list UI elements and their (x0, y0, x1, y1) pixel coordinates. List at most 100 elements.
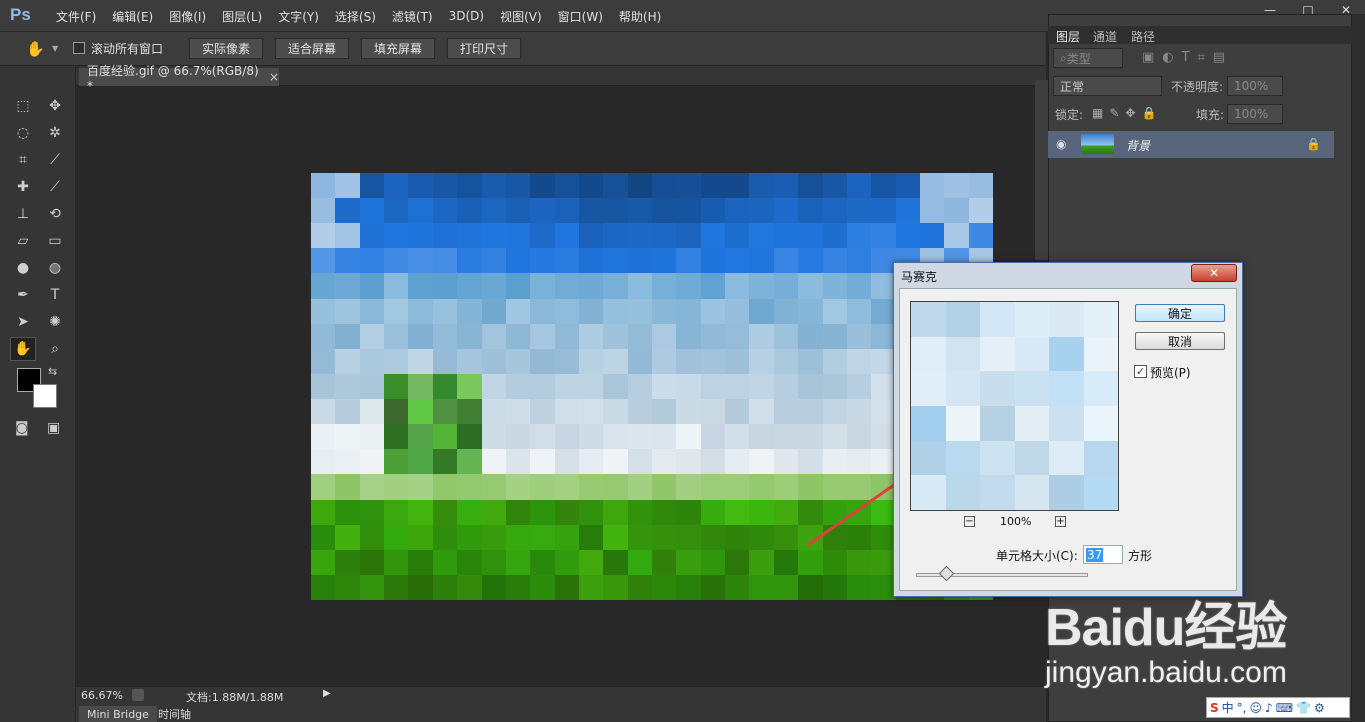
keyboard-icon[interactable]: ⌨ (1276, 701, 1293, 715)
marquee-tool-icon[interactable]: ⬚ (10, 94, 36, 118)
hand-tool-icon[interactable]: ✋ (10, 337, 36, 361)
lasso-tool-icon[interactable]: ◌ (10, 121, 36, 145)
mosaic-cell (311, 499, 336, 525)
layer-filter-select[interactable]: ⌕ 类型 (1053, 48, 1123, 68)
fill-screen-button[interactable]: 填充屏幕 (361, 38, 436, 59)
mosaic-cell (822, 574, 847, 600)
ok-button[interactable]: 确定 (1135, 304, 1225, 322)
mosaic-cell (384, 323, 409, 349)
mosaic-cell (773, 524, 799, 550)
mosaic-cell (408, 574, 433, 600)
mosaic-cell (798, 198, 823, 224)
crop-tool-icon[interactable]: ⌗ (10, 148, 36, 172)
cancel-button[interactable]: 取消 (1135, 332, 1225, 350)
skin-icon[interactable]: 👕 (1296, 701, 1311, 715)
filter-preview[interactable] (910, 301, 1119, 511)
document-tab[interactable]: 百度经验.gif @ 66.7%(RGB/8) * × (79, 64, 279, 93)
background-color-swatch[interactable] (33, 384, 57, 408)
mosaic-cell (530, 549, 555, 575)
dialog-close-button[interactable]: ✕ (1191, 264, 1237, 282)
print-size-button[interactable]: 打印尺寸 (447, 38, 522, 59)
tab-timeline[interactable]: 时间轴 (150, 706, 199, 722)
zoom-in-button[interactable]: + (1055, 516, 1066, 527)
ime-mode-label[interactable]: 中 (1222, 699, 1234, 716)
brush-tool-icon[interactable]: ⟋ (42, 175, 68, 199)
pen-tool-icon[interactable]: ✒ (10, 283, 36, 307)
mosaic-cell (603, 424, 628, 450)
tab-mini-bridge[interactable]: Mini Bridge (79, 706, 157, 722)
eraser-tool-icon[interactable]: ▱ (10, 229, 36, 253)
menu-view[interactable]: 视图(V) (492, 8, 550, 25)
quick-mask-icon[interactable]: ◙ (15, 420, 29, 436)
screen-mode-icon[interactable]: ▣ (47, 420, 60, 436)
cell-size-input[interactable]: 37 (1083, 545, 1123, 564)
fill-field[interactable]: 100% (1227, 104, 1283, 124)
mosaic-cell (822, 248, 847, 274)
voice-icon[interactable]: ♪ (1265, 701, 1273, 715)
menu-window[interactable]: 窗口(W) (550, 8, 611, 25)
menu-select[interactable]: 选择(S) (327, 8, 384, 25)
zoom-readout[interactable]: 66.67% (81, 689, 123, 702)
hand-tool-preset-icon[interactable]: ✋ (26, 40, 45, 58)
tab-paths[interactable]: 路径 (1131, 28, 1155, 45)
visibility-eye-icon[interactable]: ◉ (1056, 137, 1066, 151)
magic-wand-tool-icon[interactable]: ✲ (42, 121, 68, 145)
preview-cell (945, 336, 980, 372)
actual-pixels-button[interactable]: 实际像素 (189, 38, 264, 59)
mosaic-cell (676, 248, 701, 274)
path-selection-tool-icon[interactable]: ➤ (10, 310, 36, 334)
tab-layers[interactable]: 图层 (1056, 28, 1080, 45)
swap-colors-icon[interactable]: ⇆ (48, 365, 57, 378)
menu-layer[interactable]: 图层(L) (214, 8, 270, 25)
gradient-tool-icon[interactable]: ▭ (42, 229, 68, 253)
status-arrow-icon[interactable]: ▶ (323, 688, 331, 699)
mosaic-cell (335, 348, 360, 374)
scroll-all-windows-checkbox[interactable] (73, 42, 85, 54)
filter-icons[interactable]: ▣◐T⌗▤ (1142, 50, 1233, 65)
mosaic-cell (311, 273, 336, 299)
panel-scroll-strip[interactable] (1352, 14, 1365, 722)
blend-mode-select[interactable]: 正常 (1053, 76, 1162, 96)
mosaic-cell (725, 298, 750, 324)
type-tool-icon[interactable]: T (42, 283, 68, 307)
chevron-down-icon[interactable]: ▼ (52, 44, 58, 53)
mosaic-cell (311, 373, 336, 400)
lock-icons[interactable]: ▦✎✥🔒 (1092, 106, 1162, 120)
menu-file[interactable]: 文件(F) (48, 8, 104, 25)
eyedropper-tool-icon[interactable]: ⟋ (42, 148, 68, 172)
fit-screen-button[interactable]: 适合屏幕 (275, 38, 350, 59)
sogou-icon[interactable]: S (1210, 701, 1219, 715)
punctuation-icon[interactable]: °, (1237, 701, 1247, 715)
clone-stamp-tool-icon[interactable]: ⊥ (10, 202, 36, 226)
mosaic-cell (578, 323, 604, 349)
preview-checkbox[interactable]: ✓ (1134, 365, 1147, 378)
mosaic-cell (335, 524, 360, 550)
history-brush-tool-icon[interactable]: ⟲ (42, 202, 68, 226)
healing-brush-tool-icon[interactable]: ✚ (10, 175, 36, 199)
close-tab-icon[interactable]: × (269, 70, 279, 84)
collapsed-panel-column (1035, 80, 1048, 260)
menu-help[interactable]: 帮助(H) (611, 8, 669, 25)
dodge-tool-icon[interactable]: ◍ (42, 256, 68, 280)
mosaic-cell (603, 499, 628, 525)
menu-3d[interactable]: 3D(D) (441, 9, 492, 23)
zoom-tool-icon[interactable]: ⌕ (42, 337, 68, 361)
zoom-out-button[interactable]: − (964, 516, 975, 527)
custom-shape-tool-icon[interactable]: ✺ (42, 310, 68, 334)
menu-filter[interactable]: 滤镜(T) (384, 8, 441, 25)
status-menu-icon[interactable] (132, 689, 144, 701)
tab-channels[interactable]: 通道 (1093, 28, 1117, 45)
menu-image[interactable]: 图像(I) (161, 8, 214, 25)
tools-icon[interactable]: ⚙ (1314, 701, 1325, 715)
emoji-icon[interactable]: ☺ (1250, 701, 1263, 715)
opacity-field[interactable]: 100% (1227, 76, 1283, 96)
mosaic-cell (798, 173, 823, 199)
mosaic-cell (603, 524, 628, 550)
blur-tool-icon[interactable]: ● (10, 256, 36, 280)
mosaic-cell (554, 474, 579, 500)
mosaic-cell (335, 248, 360, 274)
menu-edit[interactable]: 编辑(E) (104, 8, 161, 25)
move-tool-icon[interactable]: ✥ (42, 94, 68, 118)
layer-name[interactable]: 背景 (1126, 137, 1150, 154)
menu-type[interactable]: 文字(Y) (270, 8, 327, 25)
